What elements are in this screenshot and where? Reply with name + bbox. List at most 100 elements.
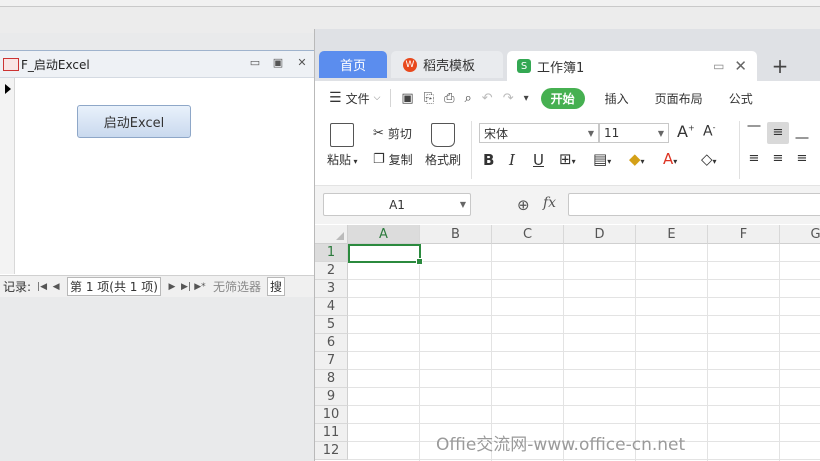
align-right-icon[interactable]: ≡: [791, 148, 813, 170]
close-icon[interactable]: ✕: [296, 57, 308, 69]
border-icon[interactable]: ⊞▾: [559, 150, 576, 168]
column-header-d[interactable]: D: [564, 225, 636, 244]
hamburger-icon: ☰: [329, 90, 342, 106]
print-icon[interactable]: ⎙: [444, 91, 454, 106]
search-field[interactable]: 搜: [266, 277, 285, 296]
align-center-icon[interactable]: ≡: [767, 148, 789, 170]
fill-color-icon[interactable]: ◆▾: [629, 150, 645, 168]
tab-workbook[interactable]: S 工作簿1 ▭ ✕: [507, 51, 757, 81]
italic-icon[interactable]: I: [509, 151, 515, 169]
redo-icon[interactable]: ↷: [503, 91, 514, 106]
spreadsheet-grid[interactable]: A B C D E F G 1 2 3 4 5 6 7 8 9 10 11 12: [315, 225, 820, 461]
grid-line: [779, 244, 780, 461]
column-header-e[interactable]: E: [636, 225, 708, 244]
underline-icon[interactable]: U: [533, 151, 544, 169]
template-logo-icon: W: [403, 57, 417, 72]
customize-dropdown-icon[interactable]: ▾: [524, 93, 529, 104]
export-icon[interactable]: ⎘: [424, 91, 434, 106]
align-bottom-icon[interactable]: ⎽: [791, 122, 813, 144]
decrease-font-icon[interactable]: A-: [703, 123, 715, 140]
spreadsheet-icon: S: [517, 59, 531, 73]
row-header-6[interactable]: 6: [315, 334, 348, 352]
column-header-f[interactable]: F: [708, 225, 780, 244]
column-header-g[interactable]: G: [780, 225, 820, 244]
record-selector[interactable]: [0, 78, 15, 274]
new-record-icon[interactable]: ▶*: [193, 282, 207, 292]
first-record-icon[interactable]: |◀: [35, 282, 49, 292]
active-cell-a1[interactable]: [348, 244, 423, 265]
grid-line: [707, 244, 708, 461]
record-position-field[interactable]: 第 1 项(共 1 项): [67, 277, 161, 296]
window-icon[interactable]: ▭: [713, 59, 724, 73]
increase-font-icon[interactable]: A+: [677, 122, 695, 141]
close-tab-icon[interactable]: ✕: [734, 57, 747, 75]
row-header-2[interactable]: 2: [315, 262, 348, 280]
select-all-corner[interactable]: [315, 225, 348, 244]
save-icon[interactable]: ▣: [401, 91, 413, 106]
last-record-icon[interactable]: ▶|: [179, 282, 193, 292]
tab-page-layout[interactable]: 页面布局: [655, 90, 703, 107]
grid-line: [348, 387, 820, 388]
row-header-9[interactable]: 9: [315, 388, 348, 406]
chevron-down-icon: ▼: [459, 200, 466, 209]
align-left-icon[interactable]: ≡: [743, 148, 765, 170]
file-menu[interactable]: ☰ 文件 ⌵: [329, 90, 380, 107]
align-top-icon[interactable]: ⎺: [743, 122, 765, 144]
watermark: Offie交流网-www.office-cn.net: [436, 435, 686, 455]
row-header-4[interactable]: 4: [315, 298, 348, 316]
row-header-3[interactable]: 3: [315, 280, 348, 298]
tab-insert[interactable]: 插入: [605, 90, 629, 107]
top-strip: [0, 0, 820, 7]
record-label: 记录:: [3, 280, 32, 294]
paste-button[interactable]: 粘贴 ▾: [327, 123, 358, 168]
row-header-5[interactable]: 5: [315, 316, 348, 334]
name-box[interactable]: A1 ▼: [323, 193, 471, 216]
row-header-11[interactable]: 11: [315, 424, 348, 442]
chevron-down-icon: ⌵: [373, 93, 381, 103]
column-header-a[interactable]: A: [348, 225, 420, 244]
tab-template-label: 稻壳模板: [423, 59, 476, 74]
tab-home[interactable]: 首页: [319, 51, 387, 78]
tab-formula[interactable]: 公式: [729, 90, 753, 107]
paste-label: 粘贴: [327, 153, 352, 167]
row-header-1[interactable]: 1: [315, 244, 348, 262]
row-header-8[interactable]: 8: [315, 370, 348, 388]
cell-style-icon[interactable]: ▤▾: [593, 150, 611, 168]
form-icon: [3, 58, 19, 71]
prev-record-icon[interactable]: ◀: [49, 282, 63, 292]
format-painter-icon: [431, 123, 455, 147]
bold-icon[interactable]: B: [483, 151, 494, 169]
font-size-value: 11: [604, 126, 620, 140]
tab-template[interactable]: W 稻壳模板: [391, 51, 503, 78]
zoom-search-icon[interactable]: ⊕: [517, 196, 530, 214]
print-preview-icon[interactable]: ⌕: [465, 91, 472, 106]
grid-line: [348, 351, 820, 352]
formula-input[interactable]: [568, 193, 820, 216]
row-header-7[interactable]: 7: [315, 352, 348, 370]
minimize-icon[interactable]: ▭: [249, 57, 261, 69]
copy-button[interactable]: ❐ 复制: [373, 151, 413, 168]
tab-start[interactable]: 开始: [540, 87, 585, 109]
format-painter-button[interactable]: 格式刷: [425, 123, 461, 168]
cut-button[interactable]: ✂ 剪切: [373, 125, 412, 142]
add-tab-icon[interactable]: +: [767, 53, 793, 79]
menu-row: ☰ 文件 ⌵ ▣ ⎘ ⎙ ⌕ ↶ ↷ ▾ 开始 插入 页面布局 公式: [315, 81, 820, 115]
font-color-icon[interactable]: A▾: [663, 150, 677, 168]
row-header-10[interactable]: 10: [315, 406, 348, 424]
column-header-c[interactable]: C: [492, 225, 564, 244]
align-middle-icon[interactable]: ≡: [767, 122, 789, 144]
start-excel-button[interactable]: 启动Excel: [77, 105, 191, 138]
clear-format-icon[interactable]: ◇▾: [701, 150, 717, 168]
next-record-icon[interactable]: ▶: [165, 282, 179, 292]
font-name-select[interactable]: 宋体 ▼: [479, 123, 599, 143]
row-header-12[interactable]: 12: [315, 442, 348, 460]
grid-line: [348, 315, 820, 316]
fx-icon[interactable]: fx: [543, 195, 556, 211]
grid-line: [348, 369, 820, 370]
column-header-b[interactable]: B: [420, 225, 492, 244]
filter-indicator[interactable]: 无筛选器: [213, 278, 261, 295]
restore-icon[interactable]: ▣: [272, 57, 284, 69]
font-size-select[interactable]: 11 ▼: [599, 123, 669, 143]
undo-icon[interactable]: ↶: [482, 91, 493, 106]
file-menu-label: 文件: [345, 91, 370, 106]
